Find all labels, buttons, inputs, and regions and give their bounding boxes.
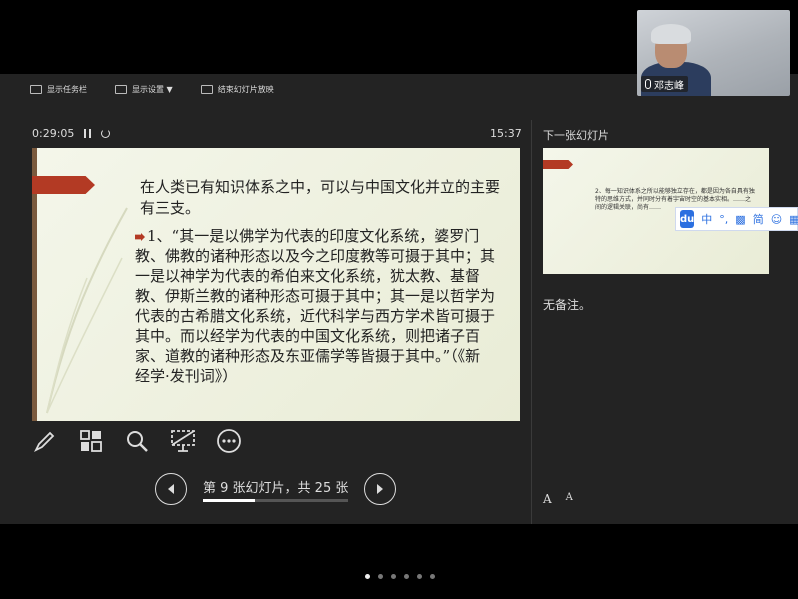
page-dot[interactable] (404, 574, 409, 579)
page-dot[interactable] (378, 574, 383, 579)
more-options-button[interactable] (216, 428, 242, 454)
end-slideshow-icon (200, 85, 213, 94)
zoom-button[interactable] (124, 428, 150, 454)
ime-logo[interactable]: du (680, 210, 695, 228)
presenter-toolbar: 显示任务栏 显示设置 ▼ 结束幻灯片放映 (30, 84, 274, 95)
participant-name: 邓志峰 (654, 80, 684, 92)
display-settings-label: 显示设置 ▼ (132, 85, 173, 94)
bottom-black-area (0, 524, 798, 599)
show-taskbar-label: 显示任务栏 (47, 85, 87, 94)
slide-progress-fill (203, 498, 256, 502)
slide-tools (32, 428, 242, 454)
screen-icon (171, 430, 195, 452)
participant-name-tag: 邓志峰 (641, 76, 688, 92)
current-slide[interactable]: 在人类已有知识体系之中，可以与中国文化并立的主要有三支。 1、“其一是以佛学为代… (32, 148, 520, 421)
show-taskbar-button[interactable]: 显示任务栏 (30, 84, 87, 95)
next-slide-heading: 下一张幻灯片 (543, 129, 609, 142)
notes-font-controls: A A (543, 492, 573, 506)
slide-body: 1、“其一是以佛学为代表的印度文化系统，婆罗门教、佛教的诸种形态以及今之印度教等… (135, 226, 495, 386)
elapsed-timer: 0:29:05 (32, 127, 111, 140)
speaker-notes: 无备注。 (543, 298, 592, 312)
end-slideshow-label: 结束幻灯片放映 (217, 85, 274, 94)
black-screen-button[interactable] (170, 428, 196, 454)
ime-menu-icon[interactable]: ▦ (789, 213, 798, 226)
triangle-left-icon (168, 484, 174, 494)
next-slide-title-marker (543, 160, 573, 169)
feather-decoration (46, 207, 128, 414)
slide-counter: 第 9 张幻灯片，共 25 张 (203, 477, 349, 502)
ime-punctuation-toggle[interactable]: °, (719, 213, 728, 226)
ime-user-icon[interactable]: ☺ (771, 213, 782, 226)
page-dot[interactable] (430, 574, 435, 579)
increase-font-button[interactable]: A (543, 492, 552, 506)
previous-slide-button[interactable] (155, 473, 187, 505)
bullet-arrow-icon (135, 233, 145, 241)
ime-toolbox-icon[interactable]: ▩ (735, 213, 745, 226)
end-slideshow-button[interactable]: 结束幻灯片放映 (200, 84, 274, 95)
slide-title-marker (32, 176, 95, 194)
display-icon (115, 85, 127, 94)
pen-tool-button[interactable] (32, 428, 58, 454)
page-dot[interactable] (391, 574, 396, 579)
slide-title: 在人类已有知识体系之中，可以与中国文化并立的主要有三支。 (140, 178, 501, 217)
participant-video[interactable]: 邓志峰 (637, 10, 790, 96)
decrease-font-button[interactable]: A (566, 492, 573, 506)
display-settings-button[interactable]: 显示设置 ▼ (115, 84, 173, 95)
triangle-right-icon (377, 484, 384, 494)
ime-mode-toggle[interactable]: 中 (701, 211, 712, 227)
pen-icon (33, 431, 55, 453)
page-dot[interactable] (365, 574, 370, 579)
participant-hair (651, 24, 691, 44)
slide-counter-text: 第 9 张幻灯片，共 25 张 (203, 480, 349, 496)
ime-toolbar: du 中 °, ▩ 简 ☺ ▦ (675, 207, 798, 231)
page-dot[interactable] (417, 574, 422, 579)
slide-navigation: 第 9 张幻灯片，共 25 张 (155, 473, 397, 505)
panel-divider (531, 120, 532, 524)
reset-timer-icon[interactable] (101, 129, 111, 138)
elapsed-time: 0:29:05 (32, 127, 75, 140)
more-icon (217, 429, 241, 453)
pause-icon[interactable] (84, 129, 92, 138)
page-indicator (365, 574, 435, 579)
see-all-slides-button[interactable] (78, 428, 104, 454)
taskbar-icon (30, 85, 42, 94)
microphone-icon (645, 79, 651, 89)
current-time: 15:37 (490, 127, 522, 140)
ime-simplified-toggle[interactable]: 简 (753, 211, 764, 227)
slide-body-text: 1、“其一是以佛学为代表的印度文化系统，婆罗门教、佛教的诸种形态以及今之印度教等… (135, 227, 496, 385)
next-slide-button[interactable] (364, 473, 397, 505)
grid-icon (80, 430, 102, 452)
slide-progress-bar (203, 498, 349, 502)
magnifier-icon (127, 431, 148, 452)
